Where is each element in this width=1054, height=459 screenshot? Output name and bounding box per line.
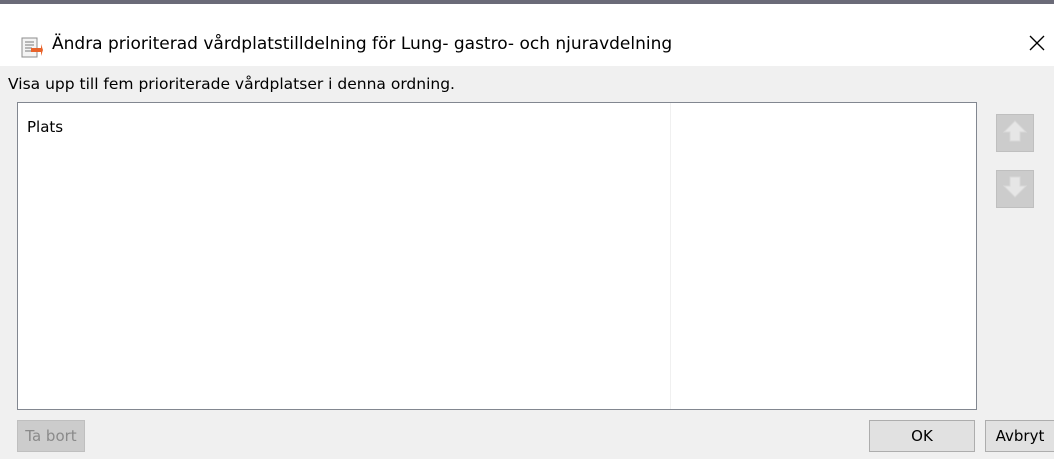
dialog-window: Ändra prioriterad vårdplatstilldelning f… [0, 0, 1054, 459]
column-divider [670, 103, 671, 409]
cancel-button[interactable]: Avbryt [985, 420, 1054, 452]
close-button[interactable] [1020, 28, 1054, 62]
window-title: Ändra prioriterad vårdplatstilldelning f… [52, 34, 673, 54]
form-edit-icon [21, 37, 43, 59]
move-down-button[interactable] [996, 170, 1034, 208]
priority-list[interactable]: Plats [17, 102, 977, 410]
ok-button[interactable]: OK [869, 420, 975, 452]
move-up-button[interactable] [996, 114, 1034, 152]
close-icon [1029, 35, 1045, 55]
column-header-plats[interactable]: Plats [27, 118, 63, 136]
instruction-text: Visa upp till fem prioriterade vårdplats… [8, 75, 455, 93]
arrow-up-icon [1002, 119, 1028, 147]
arrow-down-icon [1002, 175, 1028, 203]
dialog-content: Visa upp till fem prioriterade vårdplats… [0, 66, 1054, 459]
title-bar[interactable]: Ändra prioriterad vårdplatstilldelning f… [0, 4, 1054, 66]
remove-button[interactable]: Ta bort [17, 420, 85, 452]
